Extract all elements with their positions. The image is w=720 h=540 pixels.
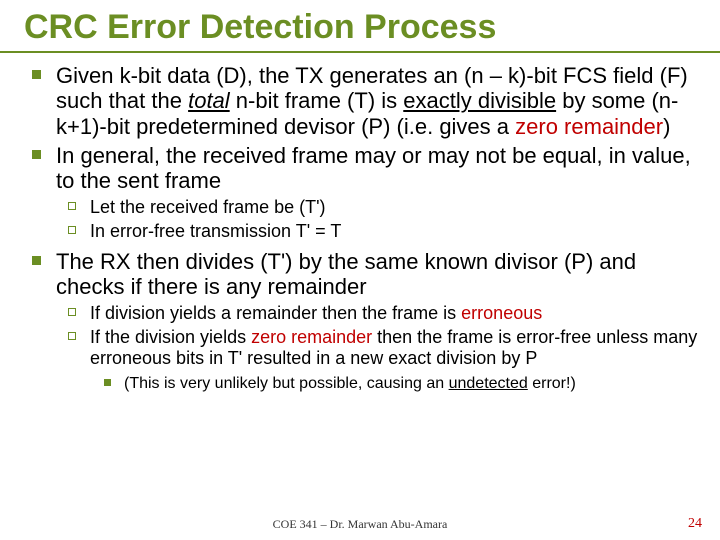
list-item: (This is very unlikely but possible, cau… <box>124 374 698 393</box>
list-item: If the division yields zero remainder th… <box>90 327 698 393</box>
slide: CRC Error Detection Process Given k-bit … <box>0 0 720 540</box>
bullet-list: Given k-bit data (D), the TX generates a… <box>22 63 698 393</box>
page-number: 24 <box>688 516 702 532</box>
list-item: The RX then divides (T') by the same kno… <box>56 249 698 394</box>
title-rule <box>0 51 720 53</box>
list-item: If division yields a remainder then the … <box>90 303 698 325</box>
bullet-list: If division yields a remainder then the … <box>56 303 698 393</box>
list-item: Given k-bit data (D), the TX generates a… <box>56 63 698 139</box>
list-item: In general, the received frame may or ma… <box>56 143 698 243</box>
list-item: Let the received frame be (T') <box>90 197 698 219</box>
slide-title: CRC Error Detection Process <box>22 8 698 47</box>
footer-text: COE 341 – Dr. Marwan Abu-Amara <box>0 517 720 532</box>
list-item: In error-free transmission T' = T <box>90 221 698 243</box>
bullet-list: (This is very unlikely but possible, cau… <box>90 374 698 393</box>
bullet-list: Let the received frame be (T')In error-f… <box>56 197 698 242</box>
